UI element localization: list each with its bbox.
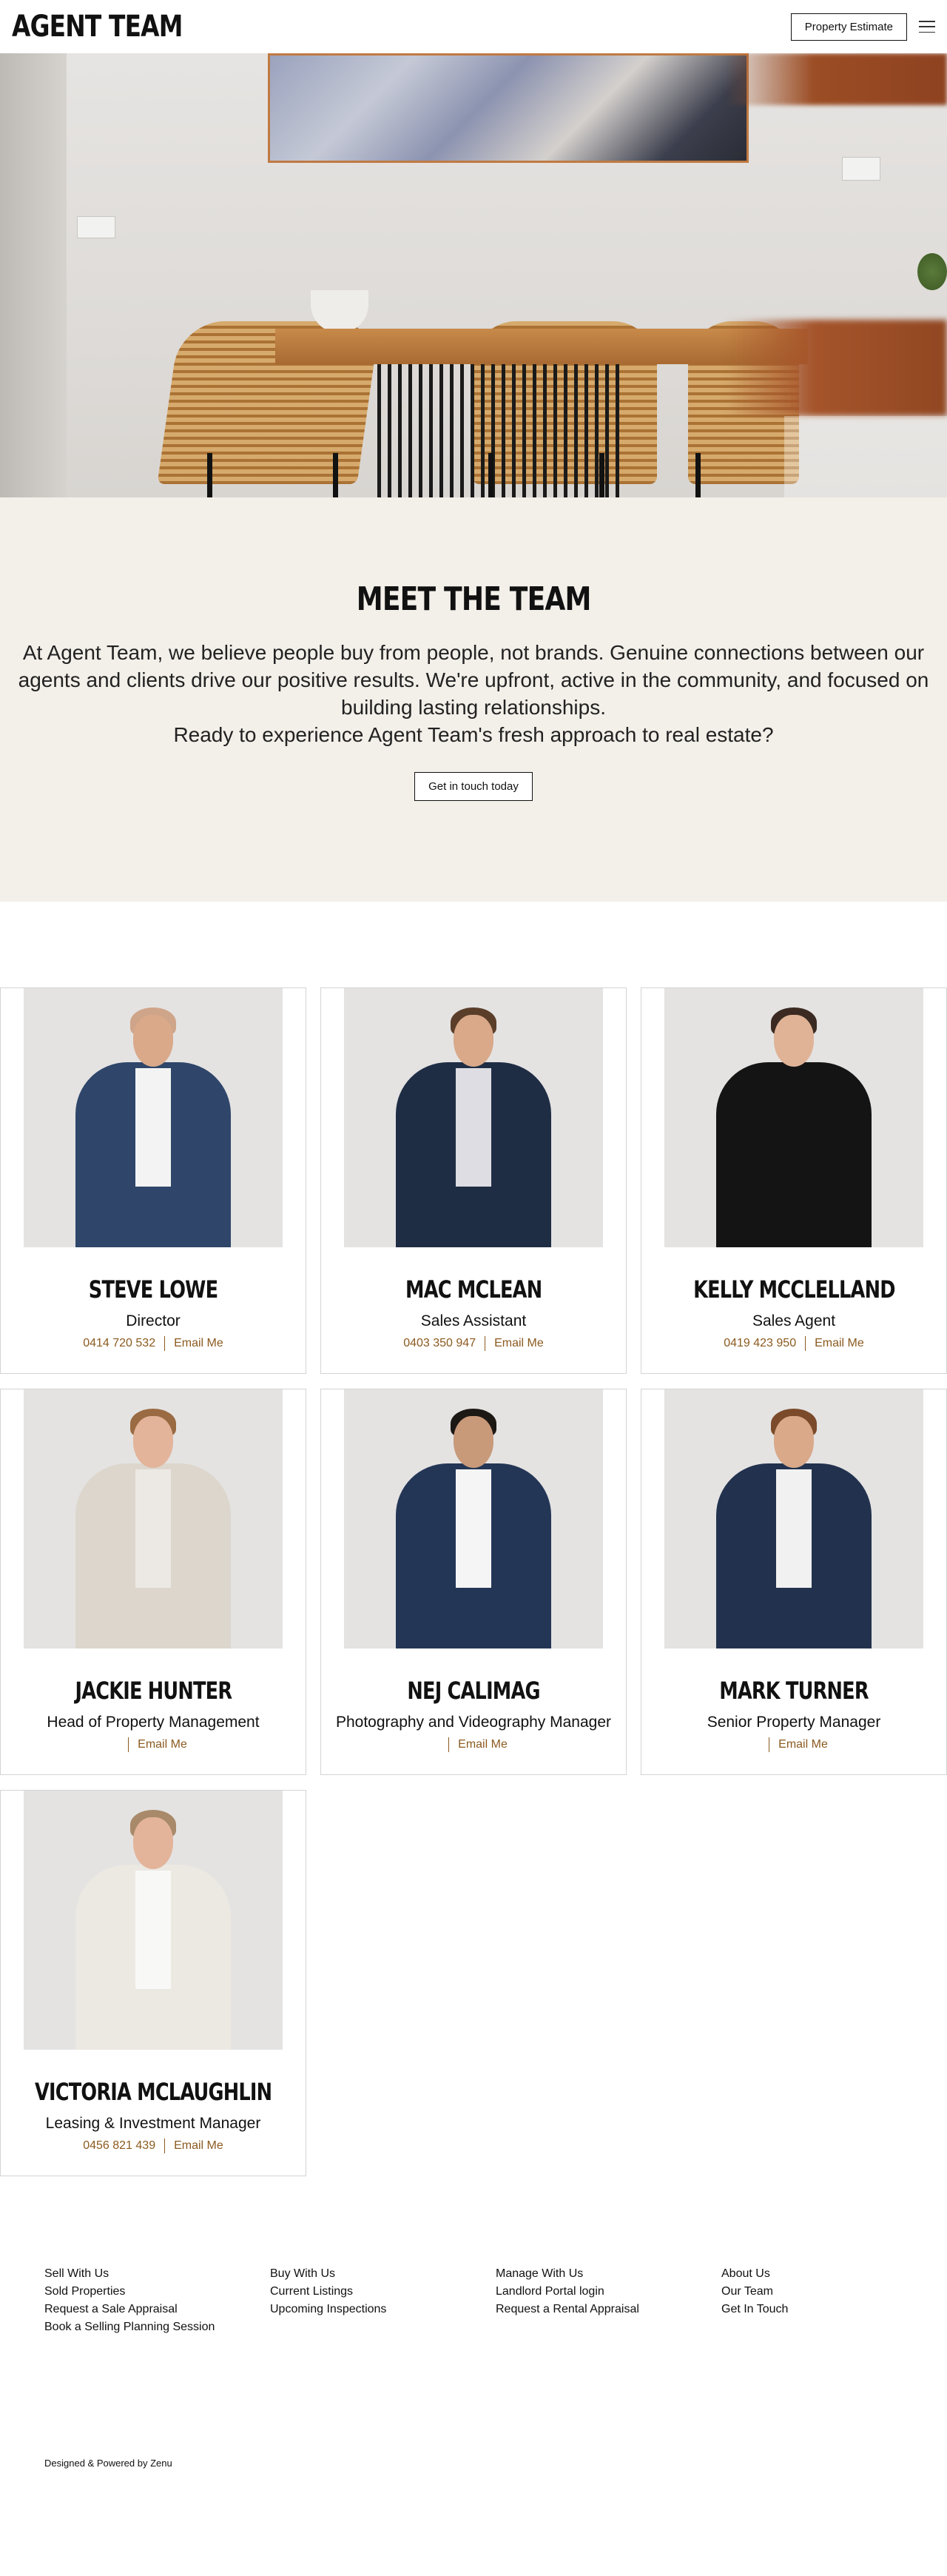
- team-member-photo[interactable]: [24, 1389, 283, 1648]
- hero-image: [0, 53, 947, 497]
- site-footer: Sell With Us Sold Properties Request a Sal…: [0, 2265, 947, 2576]
- team-member-name[interactable]: VICTORIA MCLAUGHLIN: [35, 2078, 272, 2106]
- team-member-name[interactable]: KELLY MCCLELLAND: [693, 1275, 895, 1304]
- team-member-photo[interactable]: [344, 1389, 603, 1648]
- intro-text: At Agent Team, we believe people buy fro…: [18, 641, 929, 719]
- footer-link[interactable]: About Us: [721, 2265, 947, 2283]
- email-link[interactable]: Email Me: [174, 2139, 223, 2153]
- team-member-contact: 0456 821 439 Email Me: [1, 2139, 306, 2153]
- team-member-contact: Email Me: [321, 1737, 626, 1752]
- footer-link[interactable]: Manage With Us: [496, 2265, 721, 2283]
- site-header: AGENT TEAM Property Estimate: [0, 0, 947, 53]
- team-member-card[interactable]: STEVE LOWE Director 0414 720 532 Email M…: [0, 987, 306, 1374]
- painting: [268, 53, 749, 163]
- team-member-card[interactable]: VICTORIA MCLAUGHLIN Leasing & Investment…: [0, 1790, 306, 2176]
- email-link[interactable]: Email Me: [815, 1337, 864, 1350]
- intro-question: Ready to experience Agent Team's fresh a…: [173, 723, 774, 746]
- team-member-card[interactable]: MARK TURNER Senior Property Manager Emai…: [641, 1389, 947, 1775]
- team-member-card[interactable]: JACKIE HUNTER Head of Property Managemen…: [0, 1389, 306, 1775]
- divider: [448, 1737, 450, 1752]
- team-member-photo[interactable]: [344, 988, 603, 1247]
- team-member-photo[interactable]: [664, 1389, 923, 1648]
- footer-link[interactable]: Get In Touch: [721, 2301, 947, 2318]
- plant: [917, 253, 947, 290]
- site-logo[interactable]: AGENT TEAM: [12, 12, 183, 41]
- team-member-name[interactable]: MARK TURNER: [719, 1677, 869, 1705]
- footer-link[interactable]: Sell With Us: [44, 2265, 270, 2283]
- email-link[interactable]: Email Me: [494, 1337, 544, 1350]
- footer-link[interactable]: Upcoming Inspections: [270, 2301, 496, 2318]
- team-member-role: Senior Property Manager: [707, 1714, 881, 1731]
- divider: [164, 1336, 166, 1351]
- page-title: MEET THE TEAM: [356, 580, 592, 618]
- team-member-contact: Email Me: [641, 1737, 946, 1752]
- divider: [128, 1737, 129, 1752]
- team-grid: STEVE LOWE Director 0414 720 532 Email M…: [0, 987, 947, 2176]
- team-member-card[interactable]: MAC MCLEAN Sales Assistant 0403 350 947 …: [320, 987, 627, 1374]
- team-member-photo[interactable]: [664, 988, 923, 1247]
- phone-link[interactable]: 0403 350 947: [403, 1337, 476, 1350]
- header-actions: Property Estimate: [790, 13, 935, 41]
- footer-link[interactable]: Current Listings: [270, 2283, 496, 2301]
- team-member-photo[interactable]: [24, 1791, 283, 2050]
- meet-the-team-section: MEET THE TEAM At Agent Team, we believe …: [0, 497, 947, 902]
- intro-paragraph: At Agent Team, we believe people buy fro…: [0, 639, 947, 748]
- team-member-photo[interactable]: [24, 988, 283, 1247]
- email-link[interactable]: Email Me: [174, 1337, 223, 1350]
- email-link[interactable]: Email Me: [138, 1738, 187, 1751]
- power-outlet: [77, 216, 115, 238]
- powered-by: Designed & Powered by Zenu: [44, 2458, 172, 2469]
- divider: [805, 1336, 806, 1351]
- footer-column: About Us Our Team Get In Touch: [721, 2265, 947, 2336]
- footer-link[interactable]: Request a Rental Appraisal: [496, 2301, 721, 2318]
- email-link[interactable]: Email Me: [778, 1738, 828, 1751]
- blurred-shelf: [725, 53, 947, 105]
- get-in-touch-button[interactable]: Get in touch today: [414, 772, 533, 801]
- footer-link[interactable]: Book a Selling Planning Session: [44, 2318, 270, 2336]
- team-member-name[interactable]: NEJ CALIMAG: [407, 1677, 540, 1705]
- email-link[interactable]: Email Me: [458, 1738, 508, 1751]
- team-member-role: Photography and Videography Manager: [335, 1714, 612, 1731]
- team-member-role: Sales Assistant: [420, 1312, 527, 1329]
- team-member-name[interactable]: JACKIE HUNTER: [75, 1677, 232, 1705]
- footer-links: Sell With Us Sold Properties Request a Sal…: [44, 2265, 903, 2336]
- footer-link[interactable]: Buy With Us: [270, 2265, 496, 2283]
- team-member-card[interactable]: NEJ CALIMAG Photography and Videography …: [320, 1389, 627, 1775]
- team-member-name[interactable]: STEVE LOWE: [89, 1275, 218, 1304]
- phone-link[interactable]: 0414 720 532: [83, 1337, 155, 1350]
- team-member-contact: 0419 423 950 Email Me: [641, 1336, 946, 1351]
- divider: [164, 2139, 166, 2153]
- team-grid-section: STEVE LOWE Director 0414 720 532 Email M…: [0, 902, 947, 2265]
- team-member-role: Director: [126, 1312, 181, 1329]
- team-member-contact: 0414 720 532 Email Me: [1, 1336, 306, 1351]
- footer-column: Sell With Us Sold Properties Request a Sal…: [44, 2265, 270, 2336]
- footer-link[interactable]: Sold Properties: [44, 2283, 270, 2301]
- phone-link[interactable]: 0456 821 439: [83, 2139, 155, 2153]
- footer-column: Buy With Us Current Listings Upcoming Insp…: [270, 2265, 496, 2336]
- team-member-name[interactable]: MAC MCLEAN: [405, 1275, 542, 1304]
- hamburger-menu-icon[interactable]: [919, 19, 935, 35]
- table-base: [377, 364, 621, 497]
- footer-column: Manage With Us Landlord Portal login Reque…: [496, 2265, 721, 2336]
- footer-link[interactable]: Landlord Portal login: [496, 2283, 721, 2301]
- team-member-card[interactable]: KELLY MCCLELLAND Sales Agent 0419 423 95…: [641, 987, 947, 1374]
- blurred-shelf: [725, 320, 947, 416]
- footer-link[interactable]: Our Team: [721, 2283, 947, 2301]
- team-member-contact: 0403 350 947 Email Me: [321, 1336, 626, 1351]
- team-member-role: Sales Agent: [752, 1312, 836, 1329]
- footer-link[interactable]: Request a Sale Appraisal: [44, 2301, 270, 2318]
- team-member-contact: Email Me: [1, 1737, 306, 1752]
- light-switch: [842, 157, 880, 181]
- team-member-role: Head of Property Management: [47, 1714, 260, 1731]
- phone-link[interactable]: 0419 423 950: [724, 1337, 796, 1350]
- team-member-role: Leasing & Investment Manager: [45, 2115, 261, 2132]
- property-estimate-button[interactable]: Property Estimate: [790, 13, 907, 41]
